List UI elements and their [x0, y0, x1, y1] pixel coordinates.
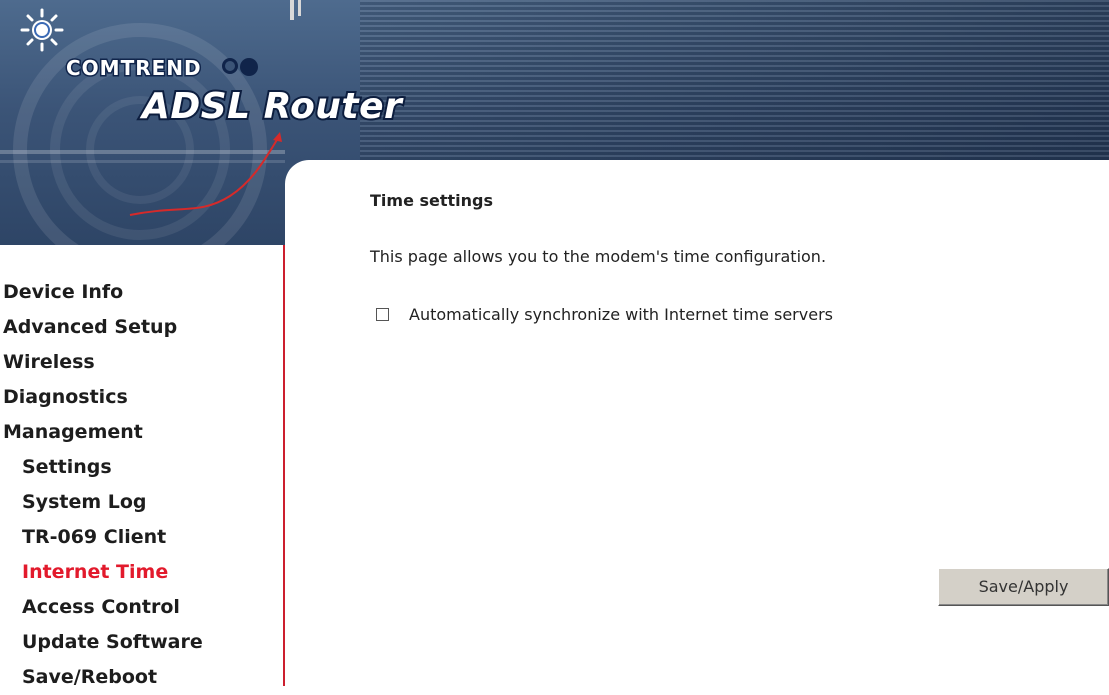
content-panel [285, 160, 1109, 686]
sidebar-item-advanced-setup[interactable]: Advanced Setup [0, 310, 203, 345]
sidebar-item-management[interactable]: Management [0, 415, 203, 450]
auto-sync-label: Automatically synchronize with Internet … [409, 305, 833, 324]
sidebar-item-update-software[interactable]: Update Software [0, 625, 203, 660]
sidebar-item-device-info[interactable]: Device Info [0, 275, 203, 310]
sidebar-nav: Device Info Advanced Setup Wireless Diag… [0, 275, 203, 695]
sidebar-item-diagnostics[interactable]: Diagnostics [0, 380, 203, 415]
sidebar-item-system-log[interactable]: System Log [0, 485, 203, 520]
sidebar-item-wireless[interactable]: Wireless [0, 345, 203, 380]
sidebar-item-settings[interactable]: Settings [0, 450, 203, 485]
brand-logo-text: COMTREND [65, 55, 203, 82]
auto-sync-checkbox[interactable] [376, 308, 389, 321]
page-description: This page allows you to the modem's time… [370, 247, 827, 266]
sidebar-item-access-control[interactable]: Access Control [0, 590, 203, 625]
auto-sync-row: Automatically synchronize with Internet … [376, 305, 833, 324]
sidebar: Device Info Advanced Setup Wireless Diag… [0, 245, 285, 688]
sidebar-item-tr069-client[interactable]: TR-069 Client [0, 520, 203, 555]
save-apply-button[interactable]: Save/Apply [938, 568, 1109, 606]
page-title: Time settings [370, 191, 494, 210]
brand-dots-icon [222, 58, 258, 76]
sidebar-item-save-reboot[interactable]: Save/Reboot [0, 660, 203, 695]
comtrend-sun-logo-icon [20, 8, 64, 52]
sidebar-item-internet-time[interactable]: Internet Time [0, 555, 203, 590]
product-title: ADSL Router [140, 84, 404, 129]
